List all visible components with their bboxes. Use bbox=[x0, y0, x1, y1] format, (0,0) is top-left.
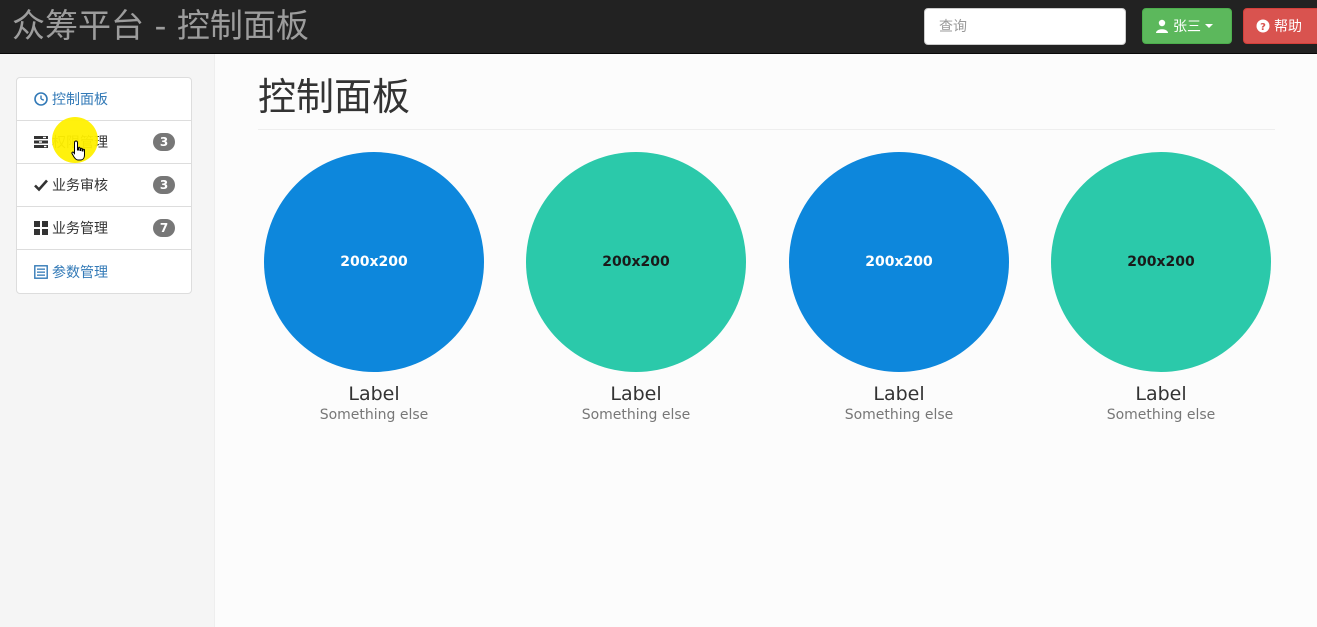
user-name-label: 张三 bbox=[1173, 19, 1201, 35]
placeholder-size-text: 200x200 bbox=[602, 254, 670, 270]
placeholder-image: 200x200 bbox=[1051, 152, 1271, 372]
top-navbar: 众筹平台 - 控制面板 张三 ? 帮助 bbox=[0, 0, 1317, 54]
user-icon bbox=[1156, 19, 1168, 33]
placeholder-subtext: Something else bbox=[844, 407, 954, 423]
count-badge: 3 bbox=[153, 133, 175, 151]
list-alt-icon bbox=[34, 264, 48, 279]
placeholder-size-text: 200x200 bbox=[865, 254, 933, 270]
placeholder-subtext: Something else bbox=[1106, 407, 1216, 423]
sidebar-item-review[interactable]: 业务审核 3 bbox=[17, 164, 191, 207]
placeholder-label: Label bbox=[348, 383, 400, 405]
count-badge: 7 bbox=[153, 219, 175, 237]
placeholder-label: Label bbox=[1135, 383, 1187, 405]
caret-down-icon bbox=[1205, 24, 1213, 28]
help-button[interactable]: ? 帮助 bbox=[1243, 8, 1317, 44]
sidebar-item-business[interactable]: 业务管理 7 bbox=[17, 207, 191, 250]
dashboard-icon bbox=[34, 92, 48, 106]
page-title: 控制面板 bbox=[258, 75, 411, 119]
placeholder-label: Label bbox=[610, 383, 662, 405]
sidebar-item-params[interactable]: 参数管理 bbox=[17, 250, 191, 293]
search-input[interactable] bbox=[924, 8, 1126, 45]
count-badge: 3 bbox=[153, 176, 175, 194]
sidebar-item-label: 业务审核 bbox=[52, 178, 108, 194]
sidebar: 控制面板 权限管理 3 业务审核 3 业务管理 7 bbox=[0, 54, 215, 627]
brand-title[interactable]: 众筹平台 - 控制面板 bbox=[12, 6, 309, 46]
help-label: 帮助 bbox=[1274, 19, 1302, 35]
tasks-icon bbox=[34, 135, 48, 149]
sidebar-item-permissions[interactable]: 权限管理 3 bbox=[17, 121, 191, 164]
sidebar-item-label: 控制面板 bbox=[52, 92, 108, 108]
placeholder-image: 200x200 bbox=[526, 152, 746, 372]
check-icon bbox=[34, 178, 48, 192]
th-large-icon bbox=[34, 221, 48, 235]
svg-text:?: ? bbox=[1260, 22, 1266, 33]
placeholder-size-text: 200x200 bbox=[1127, 254, 1195, 270]
placeholder-subtext: Something else bbox=[581, 407, 691, 423]
sidebar-item-label: 业务管理 bbox=[52, 221, 108, 237]
placeholder-image: 200x200 bbox=[264, 152, 484, 372]
placeholder-subtext: Something else bbox=[319, 407, 429, 423]
placeholder-image: 200x200 bbox=[789, 152, 1009, 372]
user-menu-button[interactable]: 张三 bbox=[1142, 8, 1232, 44]
page-header: 控制面板 bbox=[258, 74, 1275, 130]
question-circle-icon: ? bbox=[1256, 19, 1270, 33]
placeholder-label: Label bbox=[873, 383, 925, 405]
hand-pointer-icon bbox=[71, 140, 85, 161]
sidebar-item-label: 参数管理 bbox=[52, 264, 108, 281]
sidebar-item-dashboard[interactable]: 控制面板 bbox=[17, 78, 191, 121]
sidebar-menu: 控制面板 权限管理 3 业务审核 3 业务管理 7 bbox=[16, 77, 192, 294]
placeholder-size-text: 200x200 bbox=[340, 254, 408, 270]
